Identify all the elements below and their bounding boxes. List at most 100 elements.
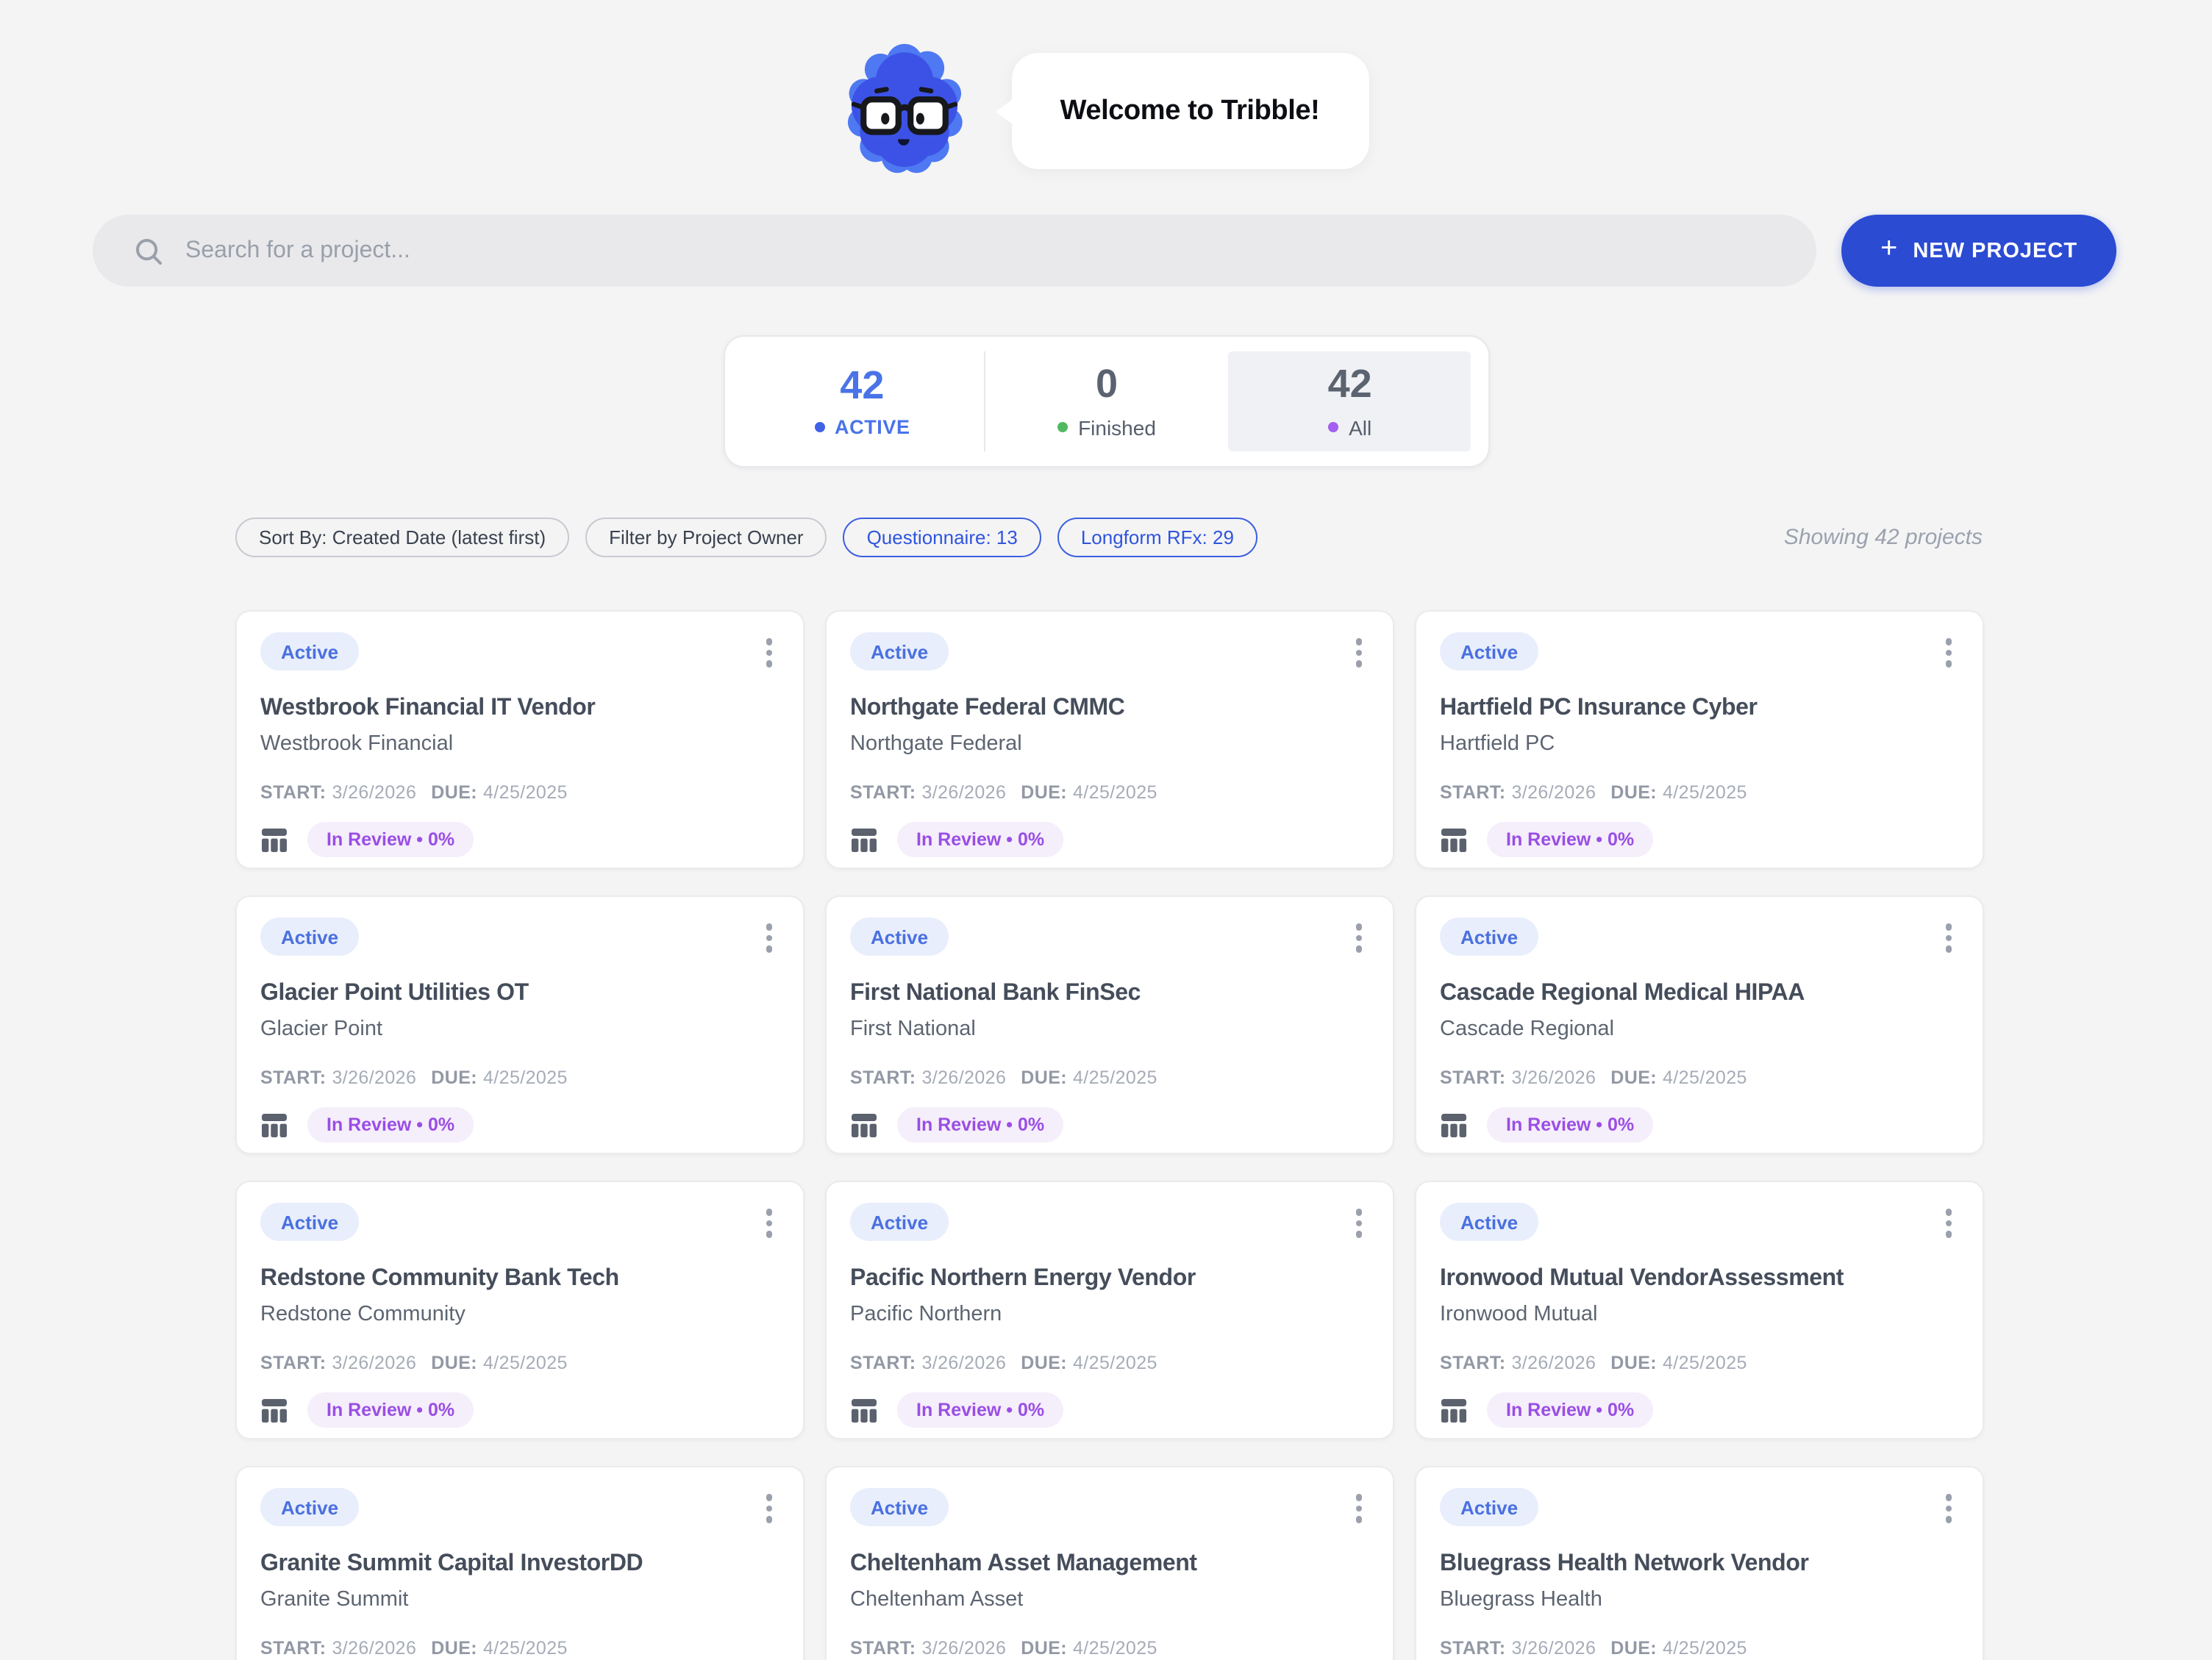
card-footer: In Review • 0% (850, 1107, 1369, 1142)
due-date: DUE:4/25/2025 (431, 1353, 568, 1373)
card-footer: In Review • 0% (260, 822, 779, 857)
stat-finished[interactable]: 0 Finished (984, 351, 1229, 451)
progress-status-badge: In Review • 0% (307, 1392, 474, 1428)
project-dates: START:3/26/2026 DUE:4/25/2025 (1440, 1638, 1959, 1659)
table-icon (850, 1396, 878, 1424)
due-date: DUE:4/25/2025 (431, 1638, 568, 1659)
stat-active-label: ACTIVE (835, 417, 910, 439)
finished-dot-icon (1057, 423, 1068, 433)
sort-by-button[interactable]: Sort By: Created Date (latest first) (235, 518, 569, 557)
project-title: Cascade Regional Medical HIPAA (1440, 979, 1959, 1009)
start-date: START:3/26/2026 (850, 1067, 1006, 1088)
project-title: Bluegrass Health Network Vendor (1440, 1550, 1959, 1579)
project-dates: START:3/26/2026 DUE:4/25/2025 (850, 1067, 1369, 1088)
stat-active[interactable]: 42 ACTIVE (741, 351, 984, 451)
new-project-button[interactable]: + NEW PROJECT (1841, 215, 2116, 287)
progress-status-badge: In Review • 0% (897, 1392, 1063, 1428)
card-menu-button[interactable] (1933, 1488, 1965, 1529)
all-dot-icon (1328, 423, 1338, 433)
due-date: DUE:4/25/2025 (1610, 782, 1747, 803)
project-card[interactable]: Active Granite Summit Capital InvestorDD… (235, 1466, 804, 1660)
project-card[interactable]: Active Cascade Regional Medical HIPAA Ca… (1415, 895, 1984, 1154)
table-icon (260, 1111, 288, 1139)
project-grid: Active Westbrook Financial IT Vendor Wes… (235, 610, 1984, 1660)
card-menu-button[interactable] (753, 632, 785, 673)
project-card[interactable]: Active Bluegrass Health Network Vendor B… (1415, 1466, 1984, 1660)
card-menu-button[interactable] (753, 1203, 785, 1244)
stat-all-value: 42 (1328, 363, 1372, 407)
project-company: Glacier Point (260, 1016, 779, 1042)
card-menu-button[interactable] (1933, 1203, 1965, 1244)
project-card[interactable]: Active Glacier Point Utilities OT Glacie… (235, 895, 804, 1154)
start-date: START:3/26/2026 (850, 1353, 1006, 1373)
status-badge: Active (1440, 1203, 1538, 1241)
search-input[interactable] (185, 237, 1802, 264)
card-menu-button[interactable] (1933, 917, 1965, 959)
project-card[interactable]: Active Hartfield PC Insurance Cyber Hart… (1415, 610, 1984, 869)
project-title: Granite Summit Capital InvestorDD (260, 1550, 779, 1579)
card-footer: In Review • 0% (260, 1107, 779, 1142)
card-footer: In Review • 0% (850, 1392, 1369, 1428)
dashboard-page: Welcome to Tribble! + NEW PROJECT 42 ACT… (0, 0, 2212, 1660)
welcome-header: Welcome to Tribble! (0, 0, 2212, 176)
filter-longform-button[interactable]: Longform RFx: 29 (1057, 518, 1257, 557)
status-badge: Active (260, 917, 359, 956)
project-dates: START:3/26/2026 DUE:4/25/2025 (260, 1638, 779, 1659)
start-date: START:3/26/2026 (260, 782, 416, 803)
card-menu-button[interactable] (1933, 632, 1965, 673)
card-menu-button[interactable] (1343, 632, 1375, 673)
card-footer: In Review • 0% (1440, 1107, 1959, 1142)
progress-status-badge: In Review • 0% (1487, 1392, 1653, 1428)
status-badge: Active (850, 1488, 949, 1526)
project-dates: START:3/26/2026 DUE:4/25/2025 (260, 1067, 779, 1088)
project-card[interactable]: Active Redstone Community Bank Tech Reds… (235, 1181, 804, 1439)
card-menu-button[interactable] (753, 1488, 785, 1529)
project-card[interactable]: Active Pacific Northern Energy Vendor Pa… (825, 1181, 1394, 1439)
project-dates: START:3/26/2026 DUE:4/25/2025 (1440, 1353, 1959, 1373)
table-icon (1440, 1111, 1468, 1139)
project-card[interactable]: Active Ironwood Mutual VendorAssessment … (1415, 1181, 1984, 1439)
project-card[interactable]: Active Westbrook Financial IT Vendor Wes… (235, 610, 804, 869)
card-footer: In Review • 0% (850, 822, 1369, 857)
project-title: Hartfield PC Insurance Cyber (1440, 694, 1959, 723)
card-footer: In Review • 0% (1440, 1392, 1959, 1428)
stat-all[interactable]: 42 All (1228, 351, 1471, 451)
card-menu-button[interactable] (1343, 1203, 1375, 1244)
filter-questionnaire-button[interactable]: Questionnaire: 13 (843, 518, 1041, 557)
project-dates: START:3/26/2026 DUE:4/25/2025 (850, 1638, 1369, 1659)
start-date: START:3/26/2026 (850, 1638, 1006, 1659)
welcome-speech-bubble: Welcome to Tribble! (1011, 53, 1369, 169)
status-badge: Active (1440, 632, 1538, 670)
project-title: Ironwood Mutual VendorAssessment (1440, 1264, 1959, 1294)
card-menu-button[interactable] (1343, 917, 1375, 959)
search-bar[interactable] (93, 215, 1816, 287)
progress-status-badge: In Review • 0% (897, 822, 1063, 857)
project-company: Bluegrass Health (1440, 1586, 1959, 1613)
project-company: Redstone Community (260, 1301, 779, 1328)
project-title: Westbrook Financial IT Vendor (260, 694, 779, 723)
project-company: Westbrook Financial (260, 731, 779, 757)
start-date: START:3/26/2026 (260, 1353, 416, 1373)
progress-status-badge: In Review • 0% (1487, 822, 1653, 857)
filter-owner-button[interactable]: Filter by Project Owner (585, 518, 827, 557)
filter-row: Sort By: Created Date (latest first) Fil… (235, 518, 1983, 557)
card-menu-button[interactable] (1343, 1488, 1375, 1529)
search-row: + NEW PROJECT (93, 215, 2116, 287)
table-icon (260, 826, 288, 854)
card-footer: In Review • 0% (260, 1392, 779, 1428)
project-company: Northgate Federal (850, 731, 1369, 757)
due-date: DUE:4/25/2025 (1021, 1353, 1157, 1373)
project-stats-card: 42 ACTIVE 0 Finished 42 All (723, 335, 1489, 468)
project-dates: START:3/26/2026 DUE:4/25/2025 (260, 782, 779, 803)
project-card[interactable]: Active First National Bank FinSec First … (825, 895, 1394, 1154)
due-date: DUE:4/25/2025 (1610, 1638, 1747, 1659)
plus-icon: + (1880, 232, 1898, 266)
project-title: Redstone Community Bank Tech (260, 1264, 779, 1294)
table-icon (850, 826, 878, 854)
search-icon (134, 236, 163, 265)
card-menu-button[interactable] (753, 917, 785, 959)
due-date: DUE:4/25/2025 (1021, 782, 1157, 803)
project-card[interactable]: Active Cheltenham Asset Management Chelt… (825, 1466, 1394, 1660)
start-date: START:3/26/2026 (260, 1638, 416, 1659)
project-card[interactable]: Active Northgate Federal CMMC Northgate … (825, 610, 1394, 869)
